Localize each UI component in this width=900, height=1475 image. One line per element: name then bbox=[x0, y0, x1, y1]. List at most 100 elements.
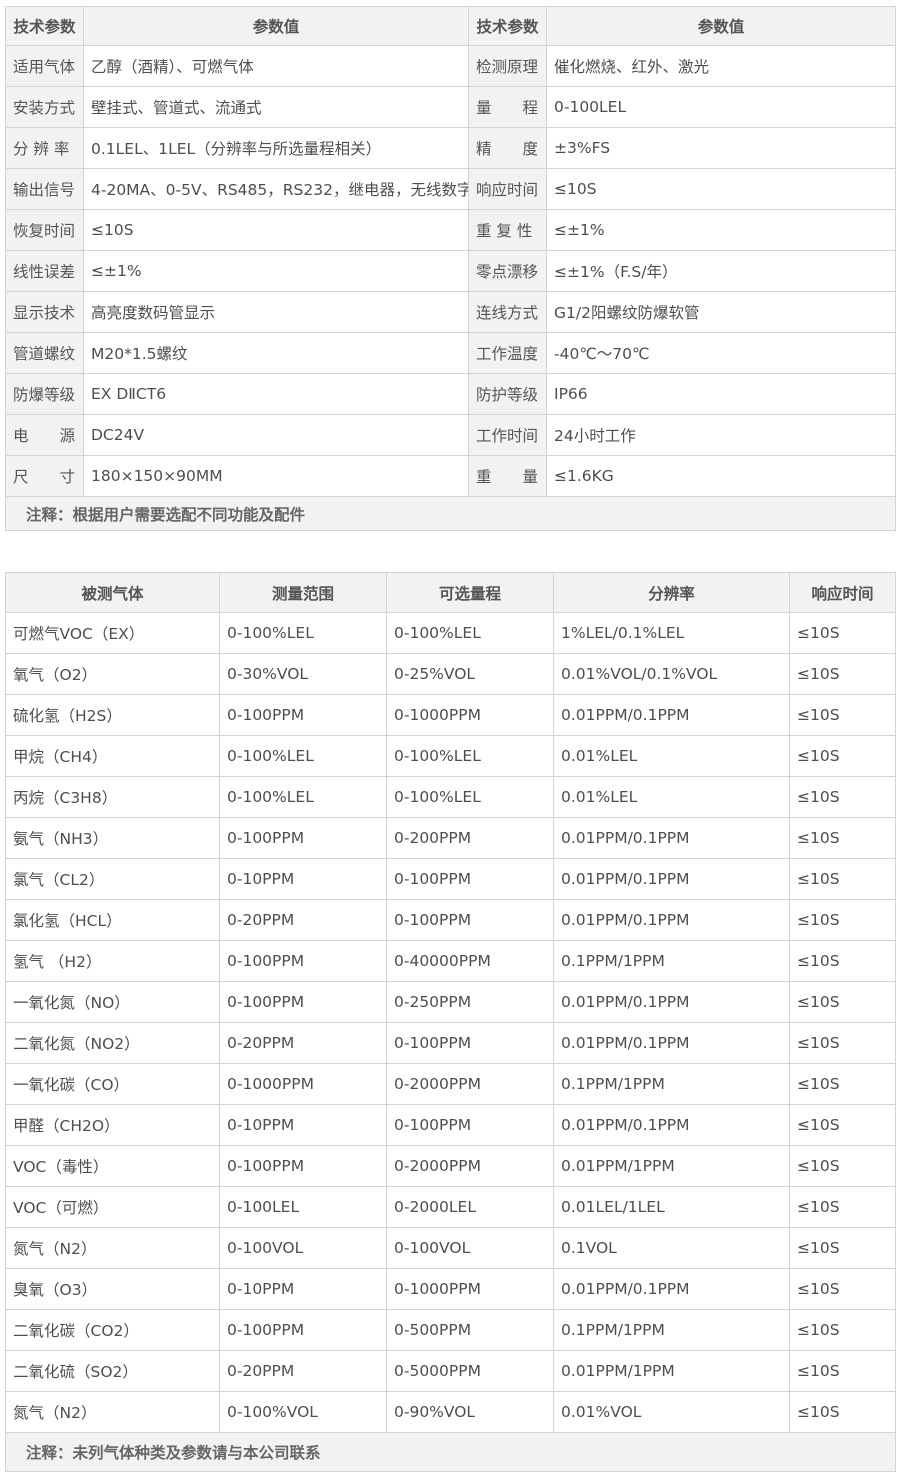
gas-range: 0-100VOL bbox=[219, 1227, 387, 1269]
spec-value: ≤10S bbox=[83, 209, 469, 251]
gas-row: 可燃气VOC（EX） 0-100%LEL 0-100%LEL 1%LEL/0.1%LE… bbox=[5, 612, 896, 654]
gas-name: VOC（可燃） bbox=[5, 1186, 220, 1228]
gas-optional-range: 0-100PPM bbox=[386, 1022, 554, 1064]
gas-range: 0-100PPM bbox=[219, 981, 387, 1023]
gas-range: 0-100PPM bbox=[219, 1309, 387, 1351]
spec-header-row: 技术参数 参数值 技术参数 参数值 bbox=[5, 6, 896, 46]
gas-response-time: ≤10S bbox=[789, 1063, 896, 1105]
gas-row: 甲烷（CH4） 0-100%LEL 0-100%LEL 0.01%LEL ≤10S bbox=[5, 735, 896, 777]
gas-resolution: 0.01PPM/0.1PPM bbox=[553, 1022, 790, 1064]
gas-optional-range: 0-100PPM bbox=[386, 858, 554, 900]
gas-range: 0-100%LEL bbox=[219, 612, 387, 654]
spec-value: 24小时工作 bbox=[546, 414, 896, 456]
gas-header-response: 响应时间 bbox=[789, 572, 896, 613]
gas-name: 甲烷（CH4） bbox=[5, 735, 220, 777]
gas-name: 氢气 （H2） bbox=[5, 940, 220, 982]
gas-row: 氯化氢（HCL） 0-20PPM 0-100PPM 0.01PPM/0.1PPM ≤10… bbox=[5, 899, 896, 941]
gas-row: 臭氧（O3） 0-10PPM 0-1000PPM 0.01PPM/0.1PPM ≤10S bbox=[5, 1268, 896, 1310]
gas-range: 0-20PPM bbox=[219, 1350, 387, 1392]
spec-label: 恢复时间 bbox=[5, 209, 84, 251]
gas-header-gas: 被测气体 bbox=[5, 572, 220, 613]
gas-resolution: 0.1PPM/1PPM bbox=[553, 1309, 790, 1351]
spec-label: 尺 寸 bbox=[5, 455, 84, 497]
gas-range: 0-1000PPM bbox=[219, 1063, 387, 1105]
spec-value: 高亮度数码管显示 bbox=[83, 291, 469, 333]
gas-optional-range: 0-5000PPM bbox=[386, 1350, 554, 1392]
gas-row: 氨气（NH3） 0-100PPM 0-200PPM 0.01PPM/0.1PPM ≤10… bbox=[5, 817, 896, 859]
gas-optional-range: 0-200PPM bbox=[386, 817, 554, 859]
spec-value: G1/2阳螺纹防爆软管 bbox=[546, 291, 896, 333]
spec-row: 安装方式 壁挂式、管道式、流通式量 程 0-100LEL bbox=[5, 86, 896, 128]
spec-row: 恢复时间 ≤10S 重 复 性 ≤±1% bbox=[5, 209, 896, 251]
gas-response-time: ≤10S bbox=[789, 1309, 896, 1351]
spec-label: 工作时间 bbox=[468, 414, 547, 456]
spec-row: 分 辨 率 0.1LEL、1LEL（分辨率与所选量程相关）精 度 ±3%FS bbox=[5, 127, 896, 169]
gas-optional-range: 0-100%LEL bbox=[386, 735, 554, 777]
spec-label: 防爆等级 bbox=[5, 373, 84, 415]
gas-optional-range: 0-90%VOL bbox=[386, 1391, 554, 1433]
spec-label: 安装方式 bbox=[5, 86, 84, 128]
gas-name: 可燃气VOC（EX） bbox=[5, 612, 220, 654]
gas-name: 氮气（N2） bbox=[5, 1227, 220, 1269]
gas-range: 0-100%LEL bbox=[219, 776, 387, 818]
gas-note-row: 注释：未列气体种类及参数请与本公司联系 bbox=[5, 1432, 896, 1472]
gas-range: 0-100LEL bbox=[219, 1186, 387, 1228]
gas-response-time: ≤10S bbox=[789, 858, 896, 900]
spec-label: 电 源 bbox=[5, 414, 84, 456]
gas-optional-range: 0-2000PPM bbox=[386, 1145, 554, 1187]
gas-row: 氮气（N2） 0-100VOL 0-100VOL 0.1VOL ≤10S bbox=[5, 1227, 896, 1269]
spec-row: 显示技术 高亮度数码管显示 连线方式 G1/2阳螺纹防爆软管 bbox=[5, 291, 896, 333]
gas-row: 二氧化氮（NO2） 0-20PPM 0-100PPM 0.01PPM/0.1PPM ≤1… bbox=[5, 1022, 896, 1064]
gas-response-time: ≤10S bbox=[789, 1391, 896, 1433]
spec-label: 量 程 bbox=[468, 86, 547, 128]
spec-row: 线性误差 ≤±1% 零点漂移 ≤±1%（F.S/年） bbox=[5, 250, 896, 292]
spec-label: 输出信号 bbox=[5, 168, 84, 210]
gas-resolution: 0.01PPM/0.1PPM bbox=[553, 694, 790, 736]
gas-name: 氮气（N2） bbox=[5, 1391, 220, 1433]
spec-row: 电 源 DC24V 工作时间 24小时工作 bbox=[5, 414, 896, 456]
gas-response-time: ≤10S bbox=[789, 1268, 896, 1310]
gas-response-time: ≤10S bbox=[789, 653, 896, 695]
spec-label: 分 辨 率 bbox=[5, 127, 84, 169]
gas-optional-range: 0-25%VOL bbox=[386, 653, 554, 695]
gas-response-time: ≤10S bbox=[789, 694, 896, 736]
gas-resolution: 0.01%LEL bbox=[553, 776, 790, 818]
gas-note: 注释：未列气体种类及参数请与本公司联系 bbox=[5, 1432, 896, 1472]
spec-value: 催化燃烧、红外、激光 bbox=[546, 45, 896, 87]
gas-resolution: 0.01%VOL/0.1%VOL bbox=[553, 653, 790, 695]
gas-name: 一氧化氮（NO） bbox=[5, 981, 220, 1023]
gas-table: 被测气体 测量范围 可选量程 分辨率 响应时间 可燃气VOC（EX） 0-100%… bbox=[5, 572, 896, 1472]
gas-optional-range: 0-100PPM bbox=[386, 899, 554, 941]
gas-range: 0-10PPM bbox=[219, 858, 387, 900]
spec-label: 重 量 bbox=[468, 455, 547, 497]
gas-resolution: 0.01PPM/1PPM bbox=[553, 1145, 790, 1187]
spec-row: 防爆等级 EX DⅡCT6 防护等级 IP66 bbox=[5, 373, 896, 415]
gas-optional-range: 0-40000PPM bbox=[386, 940, 554, 982]
gas-resolution: 0.1PPM/1PPM bbox=[553, 1063, 790, 1105]
gas-resolution: 0.01%LEL bbox=[553, 735, 790, 777]
gas-name: 甲醛（CH2O） bbox=[5, 1104, 220, 1146]
spec-value: 4-20MA、0-5V、RS485，RS232，继电器，无线数字 bbox=[83, 168, 469, 210]
gas-optional-range: 0-100PPM bbox=[386, 1104, 554, 1146]
spec-value: 180×150×90MM bbox=[83, 455, 469, 497]
spec-label: 零点漂移 bbox=[468, 250, 547, 292]
gas-resolution: 0.01PPM/0.1PPM bbox=[553, 981, 790, 1023]
gas-response-time: ≤10S bbox=[789, 776, 896, 818]
gas-table-body: 可燃气VOC（EX） 0-100%LEL 0-100%LEL 1%LEL/0.1%LE… bbox=[5, 612, 896, 1433]
spec-header-param: 技术参数 bbox=[468, 6, 547, 46]
spec-label: 管道螺纹 bbox=[5, 332, 84, 374]
gas-range: 0-100PPM bbox=[219, 817, 387, 859]
gas-optional-range: 0-1000PPM bbox=[386, 694, 554, 736]
gas-resolution: 0.1PPM/1PPM bbox=[553, 940, 790, 982]
spec-label: 适用气体 bbox=[5, 45, 84, 87]
spec-label: 连线方式 bbox=[468, 291, 547, 333]
spec-header-value: 参数值 bbox=[83, 6, 469, 46]
spec-label: 线性误差 bbox=[5, 250, 84, 292]
spec-value: ≤±1% bbox=[546, 209, 896, 251]
spec-value: EX DⅡCT6 bbox=[83, 373, 469, 415]
gas-header-optional-range: 可选量程 bbox=[386, 572, 554, 613]
gas-row: 甲醛（CH2O） 0-10PPM 0-100PPM 0.01PPM/0.1PPM ≤10… bbox=[5, 1104, 896, 1146]
gas-header-range: 测量范围 bbox=[219, 572, 387, 613]
gas-name: 丙烷（C3H8） bbox=[5, 776, 220, 818]
spec-row: 输出信号 4-20MA、0-5V、RS485，RS232，继电器，无线数字 响应时间… bbox=[5, 168, 896, 210]
